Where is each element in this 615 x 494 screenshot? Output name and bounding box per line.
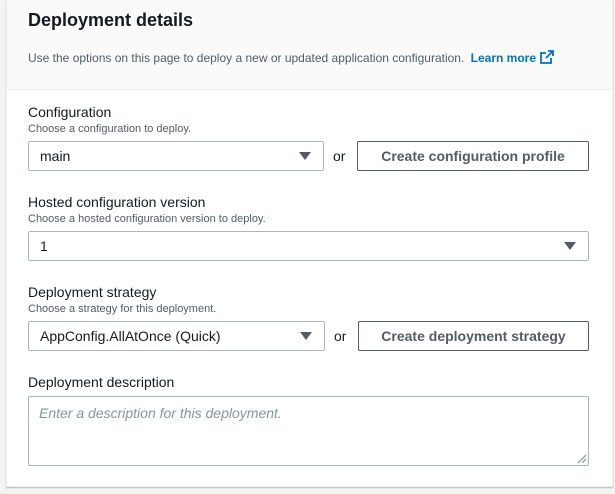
description-textarea[interactable]: Enter a description for this deployment. [28,396,589,466]
or-text: or [334,328,347,344]
description-label: Deployment description [28,374,175,390]
learn-more-link[interactable]: Learn more [470,50,554,65]
strategy-field: Deployment strategy Choose a strategy fo… [28,283,216,316]
strategy-selected-value: AppConfig.AllAtOnce (Quick) [40,328,221,344]
external-link-icon [540,50,554,64]
resize-handle-icon[interactable] [575,452,587,464]
caret-down-icon [300,332,312,340]
description-placeholder: Enter a description for this deployment. [39,405,282,421]
panel-description: Use the options on this page to deploy a… [28,50,612,66]
configuration-select[interactable]: main [28,141,324,171]
caret-down-icon [564,242,576,250]
create-deployment-strategy-button[interactable]: Create deployment strategy [358,321,589,351]
strategy-label: Deployment strategy [28,284,157,300]
strategy-hint: Choose a strategy for this deployment. [28,303,217,315]
description-text: Use the options on this page to deploy a… [28,51,465,65]
version-hint: Choose a hosted configuration version to… [28,213,266,225]
description-field: Deployment description [28,373,174,391]
panel-title: Deployment details [28,10,194,30]
panel-header: Deployment details Use the options on th… [7,0,612,90]
caret-down-icon [299,152,311,160]
configuration-field: Configuration Choose a configuration to … [28,103,191,136]
configuration-hint: Choose a configuration to deploy. [28,123,192,135]
create-configuration-profile-button[interactable]: Create configuration profile [357,141,589,171]
version-selected-value: 1 [40,238,48,254]
deployment-details-panel: Deployment details Use the options on th… [6,0,613,487]
learn-more-label: Learn more [470,51,537,65]
configuration-selected-value: main [40,148,71,164]
strategy-select[interactable]: AppConfig.AllAtOnce (Quick) [28,321,325,351]
or-text: or [333,148,346,164]
configuration-label: Configuration [28,104,112,120]
version-label: Hosted configuration version [28,194,206,210]
version-select[interactable]: 1 [28,231,589,261]
version-field: Hosted configuration version Choose a ho… [28,193,266,226]
